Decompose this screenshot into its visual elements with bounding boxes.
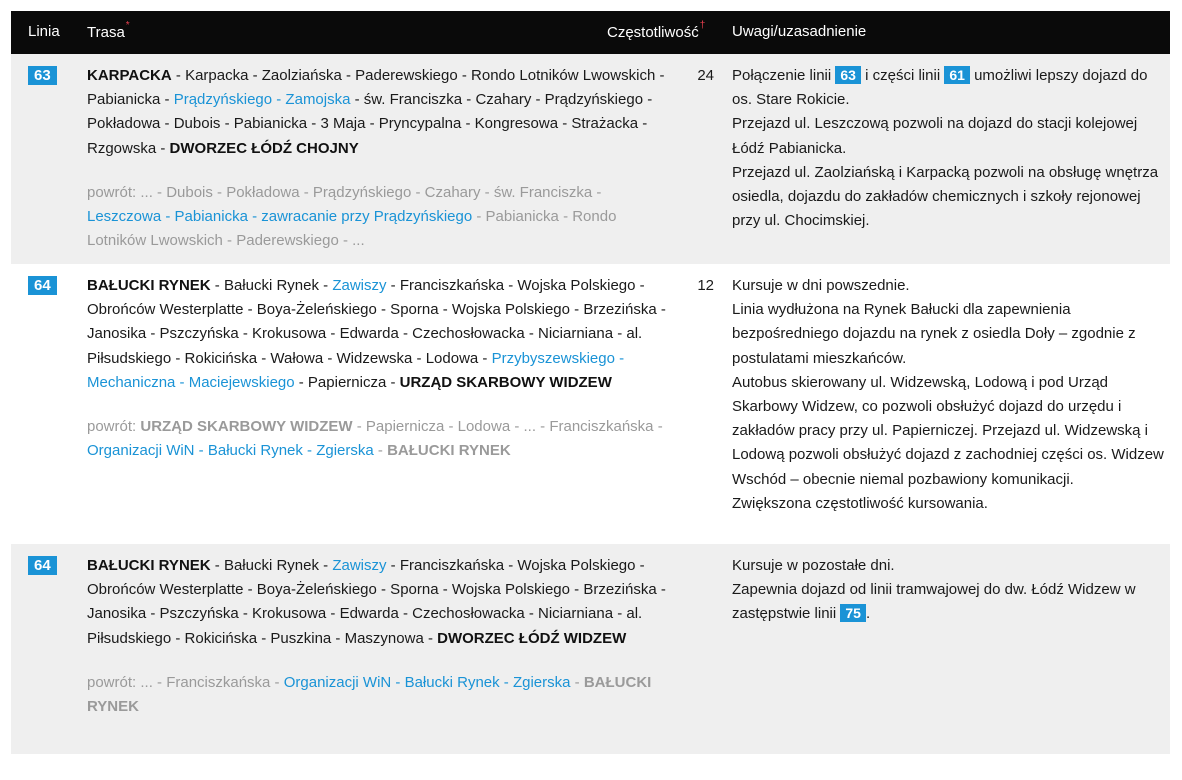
- note-paragraph: Przejazd ul. Leszczową pozwoli na dojazd…: [732, 112, 1167, 160]
- route-segment: Organizacji WiN - Bałucki Rynek - Zgiers…: [283, 673, 571, 691]
- note-text: Zwiększona częstotliwość kursowania.: [732, 494, 988, 512]
- header-frequency: Częstotliwość†: [607, 20, 706, 41]
- line-badge-inline: 75: [840, 604, 866, 623]
- line-badge: 63: [28, 66, 57, 85]
- notes-cell: Połączenie linii 63 i części linii 61 um…: [732, 64, 1167, 233]
- route-segment: - Bałucki Rynek -: [210, 277, 333, 294]
- line-badge: 64: [28, 276, 57, 295]
- route-segment: Organizacji WiN - Bałucki Rynek - Zgiers…: [87, 442, 374, 460]
- route-segment: DWORZEC ŁÓDŹ CHOJNY: [169, 139, 359, 157]
- route-segment: Zawiszy: [332, 277, 387, 294]
- route-segment: KARPACKA: [87, 67, 172, 84]
- routes-table: Linia Trasa* Częstotliwość† Uwagi/uzasad…: [11, 11, 1170, 754]
- table-row: 63 KARPACKA - Karpacka - Zaolziańska - P…: [11, 54, 1170, 264]
- route-return: powrót: ... - Dubois - Pokładowa - Prądz…: [87, 181, 677, 254]
- notes-cell: Kursuje w dni powszednie. Linia wydłużona…: [732, 274, 1167, 516]
- route-segment: - Papiernicza - Lodowa - ... - Franciszk…: [352, 418, 663, 436]
- note-paragraph: Połączenie linii 63 i części linii 61 um…: [732, 64, 1167, 112]
- table-row: 64 BAŁUCKI RYNEK - Bałucki Rynek - Zawis…: [11, 544, 1170, 754]
- route-outbound: KARPACKA - Karpacka - Zaolziańska - Pade…: [87, 64, 677, 161]
- route-cell: BAŁUCKI RYNEK - Bałucki Rynek - Zawiszy …: [87, 274, 677, 463]
- note-text: Przejazd ul. Zaolziańską i Karpacką pozw…: [732, 163, 1159, 230]
- header-frequency-footnote-mark: †: [699, 20, 706, 31]
- header-notes: Uwagi/uzasadnienie: [732, 23, 867, 40]
- note-text: i części linii: [860, 67, 945, 84]
- route-segment: URZĄD SKARBOWY WIDZEW: [140, 418, 353, 436]
- route-segment: Zawiszy: [332, 557, 387, 574]
- route-segment: BAŁUCKI RYNEK: [87, 277, 211, 294]
- route-segment: DWORZEC ŁÓDŹ WIDZEW: [437, 629, 627, 647]
- notes-cell: Kursuje w pozostałe dni. Zapewnia dojazd …: [732, 554, 1167, 627]
- route-segment: - Papiernicza -: [294, 373, 400, 391]
- note-paragraph: Linia wydłużona na Rynek Bałucki dla zap…: [732, 298, 1167, 371]
- route-outbound: BAŁUCKI RYNEK - Bałucki Rynek - Zawiszy …: [87, 554, 677, 651]
- route-segment: -: [570, 673, 584, 691]
- header-line: Linia: [28, 23, 60, 40]
- header-route: Trasa*: [87, 20, 130, 41]
- route-segment: Leszczowa - Pabianicka - zawracanie przy…: [87, 208, 473, 226]
- note-paragraph: Przejazd ul. Zaolziańską i Karpacką pozw…: [732, 161, 1167, 234]
- note-paragraph: Kursuje w pozostałe dni.: [732, 554, 1167, 578]
- route-segment: Prądzyńskiego - Zamojska: [173, 91, 351, 109]
- route-segment: BAŁUCKI RYNEK: [87, 557, 211, 574]
- route-segment: URZĄD SKARBOWY WIDZEW: [399, 373, 612, 391]
- route-segment: BAŁUCKI RYNEK: [387, 442, 511, 460]
- route-cell: KARPACKA - Karpacka - Zaolziańska - Pade…: [87, 64, 677, 253]
- line-badge: 64: [28, 556, 57, 575]
- route-segment: - Bałucki Rynek -: [210, 557, 333, 574]
- note-text: Kursuje w dni powszednie.: [732, 277, 910, 294]
- note-text: Linia wydłużona na Rynek Bałucki dla zap…: [732, 301, 1136, 367]
- route-segment: powrót: ... - Dubois - Pokładowa - Prądz…: [87, 183, 602, 201]
- note-text: Połączenie linii: [732, 67, 836, 84]
- header-route-footnote-mark: *: [125, 20, 130, 31]
- note-paragraph: Zwiększona częstotliwość kursowania.: [732, 492, 1167, 516]
- note-text: Autobus skierowany ul. Widzewską, Lodową…: [732, 373, 1164, 488]
- route-return: powrót: URZĄD SKARBOWY WIDZEW - Papierni…: [87, 415, 677, 463]
- line-badge-inline: 63: [835, 66, 861, 84]
- header-route-label: Trasa: [87, 24, 125, 41]
- note-text: Zapewnia dojazd od linii tramwajowej do …: [732, 581, 1136, 623]
- frequency-value: 12: [697, 277, 714, 294]
- note-text: Kursuje w pozostałe dni.: [732, 557, 895, 574]
- route-segment: -: [373, 442, 388, 460]
- route-segment: powrót: ... - Franciszkańska -: [87, 673, 284, 691]
- note-paragraph: Autobus skierowany ul. Widzewską, Lodową…: [732, 371, 1167, 492]
- note-paragraph: Zapewnia dojazd od linii tramwajowej do …: [732, 578, 1167, 626]
- note-text: Przejazd ul. Leszczową pozwoli na dojazd…: [732, 115, 1138, 157]
- note-text: .: [865, 605, 871, 623]
- table-row: 64 BAŁUCKI RYNEK - Bałucki Rynek - Zawis…: [11, 264, 1170, 544]
- table-header: Linia Trasa* Częstotliwość† Uwagi/uzasad…: [11, 11, 1170, 54]
- frequency-value: 24: [697, 67, 714, 84]
- route-return: powrót: ... - Franciszkańska - Organizac…: [87, 671, 677, 719]
- route-cell: BAŁUCKI RYNEK - Bałucki Rynek - Zawiszy …: [87, 554, 677, 719]
- note-paragraph: Kursuje w dni powszednie.: [732, 274, 1167, 298]
- line-badge-inline: 61: [944, 66, 970, 84]
- route-outbound: BAŁUCKI RYNEK - Bałucki Rynek - Zawiszy …: [87, 274, 677, 395]
- route-segment: powrót:: [87, 418, 141, 436]
- header-frequency-label: Częstotliwość: [607, 24, 699, 41]
